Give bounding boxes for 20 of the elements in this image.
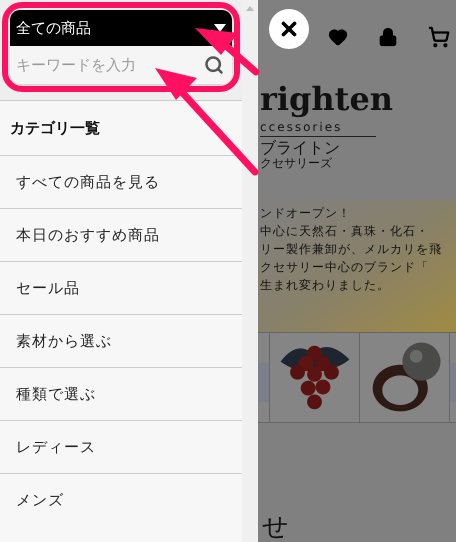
- intro-text: 生まれ変わりました。: [260, 277, 391, 294]
- intro-text: リー製作兼卸が、メルカリを飛: [260, 241, 443, 258]
- category-dropdown[interactable]: 全ての商品: [10, 10, 232, 46]
- section-heading: せ: [262, 512, 289, 542]
- logo-kana-subtitle: クセサリーズ: [260, 157, 332, 170]
- close-button[interactable]: [269, 9, 309, 49]
- heart-icon[interactable]: [328, 27, 348, 47]
- logo-subtitle: ccessories: [260, 120, 376, 137]
- intro-text: クセサリー中心のブランド「: [260, 259, 430, 276]
- scrollbar[interactable]: [242, 0, 258, 542]
- menu-heading: カテゴリ一覧: [10, 118, 100, 139]
- intro-text: 中心に天然石・真珠・化石・: [260, 223, 430, 240]
- logo-title: righten: [260, 79, 394, 120]
- dropdown-arrow-icon: [214, 24, 226, 32]
- search-field[interactable]: キーワードを入力: [10, 46, 232, 84]
- lock-icon[interactable]: [378, 27, 398, 47]
- logo-kana: ブライトン: [260, 138, 340, 157]
- search-icon[interactable]: [204, 55, 224, 75]
- cart-icon[interactable]: [428, 26, 450, 48]
- intro-text: ンドオープン！: [260, 205, 352, 222]
